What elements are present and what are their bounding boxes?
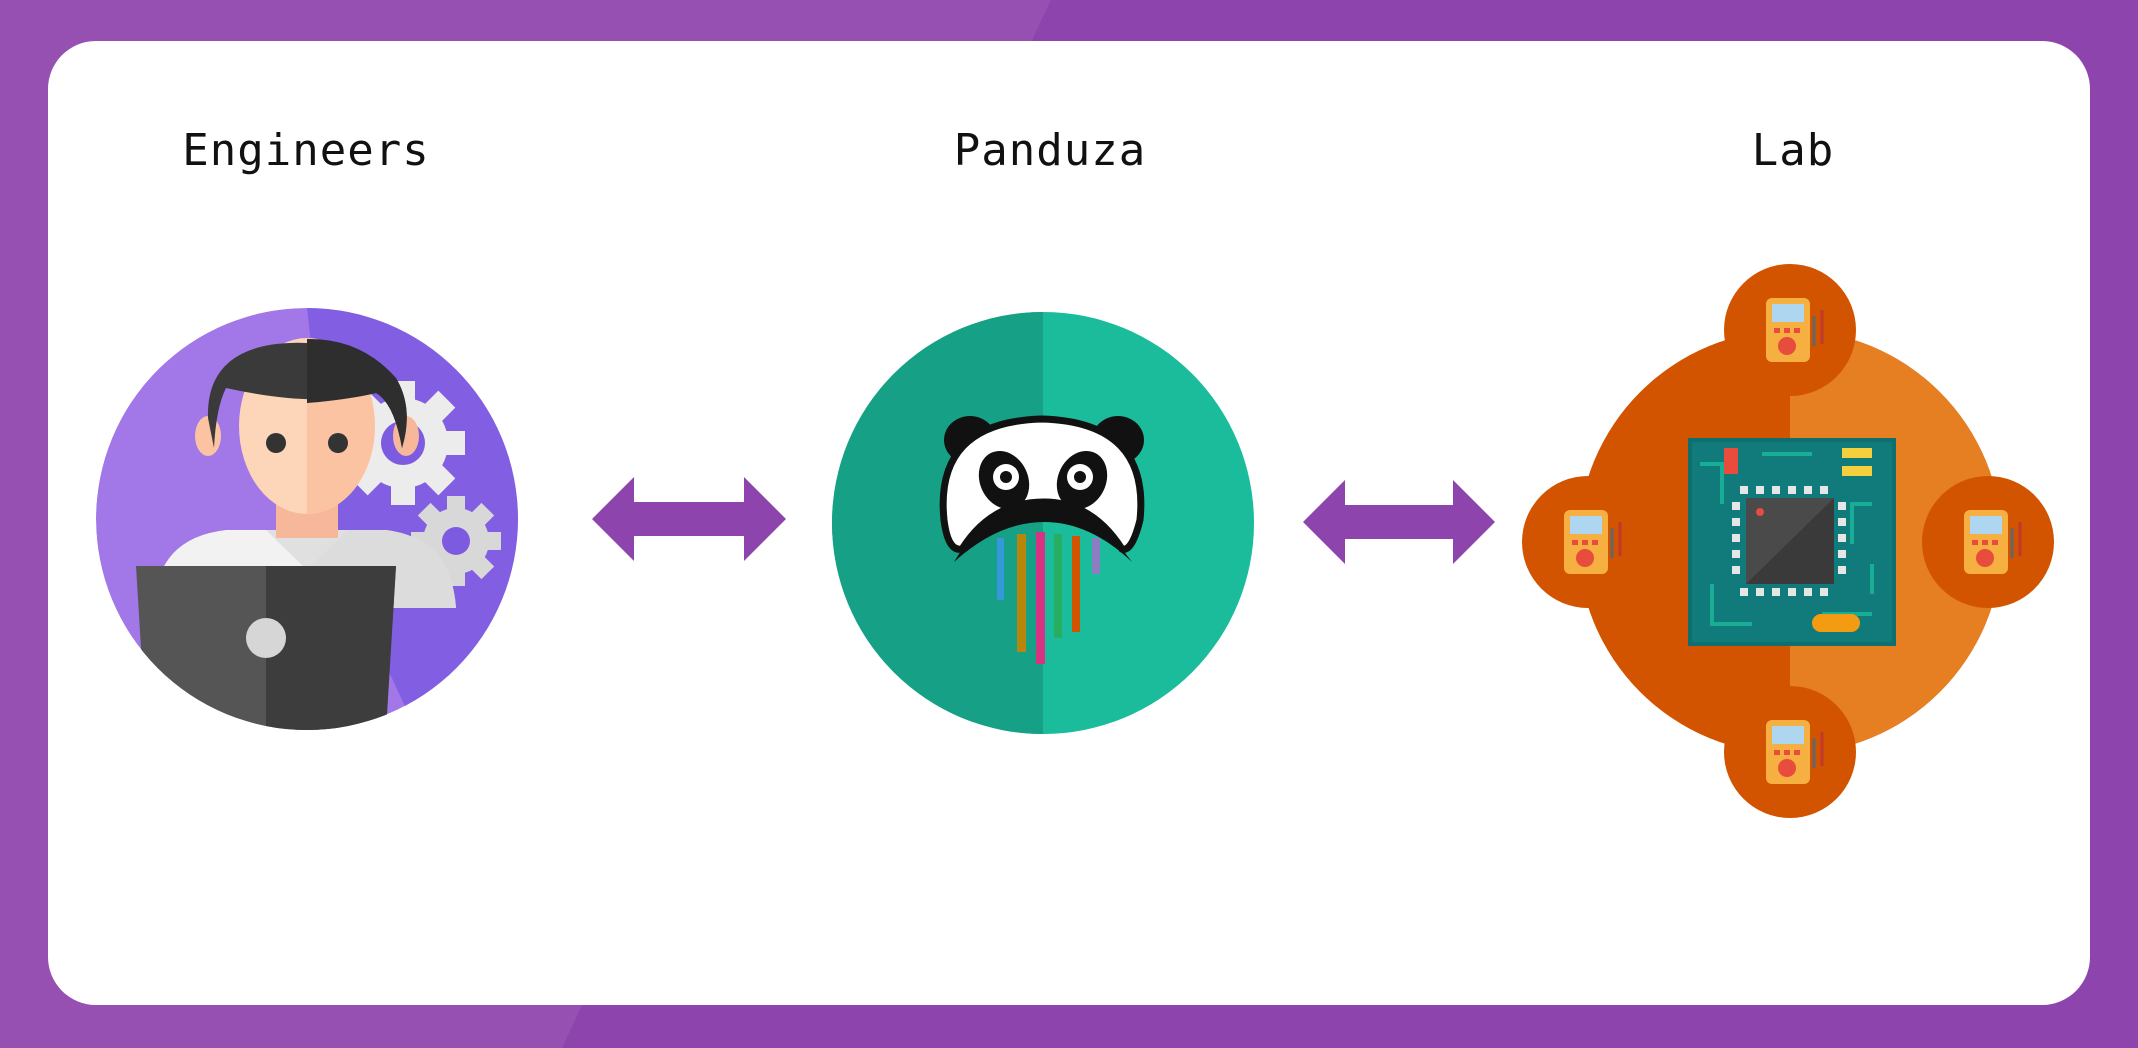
lab-title: Lab [1751,125,1835,176]
multimeter-icon [1722,264,1858,398]
engineers-title: Engineers [182,125,430,176]
engineer-at-laptop-icon [96,308,518,730]
multimeter-icon [1920,474,2056,610]
panda-logo-icon [832,312,1254,734]
bidirectional-arrow-icon [592,477,786,561]
bidirectional-arrow-icon [1303,480,1495,564]
multimeter-icon [1722,684,1858,820]
multimeter-icon [1522,474,1656,610]
circuit-board-with-multimeters-icon [1522,264,2056,820]
panduza-title: Panduza [953,125,1147,176]
